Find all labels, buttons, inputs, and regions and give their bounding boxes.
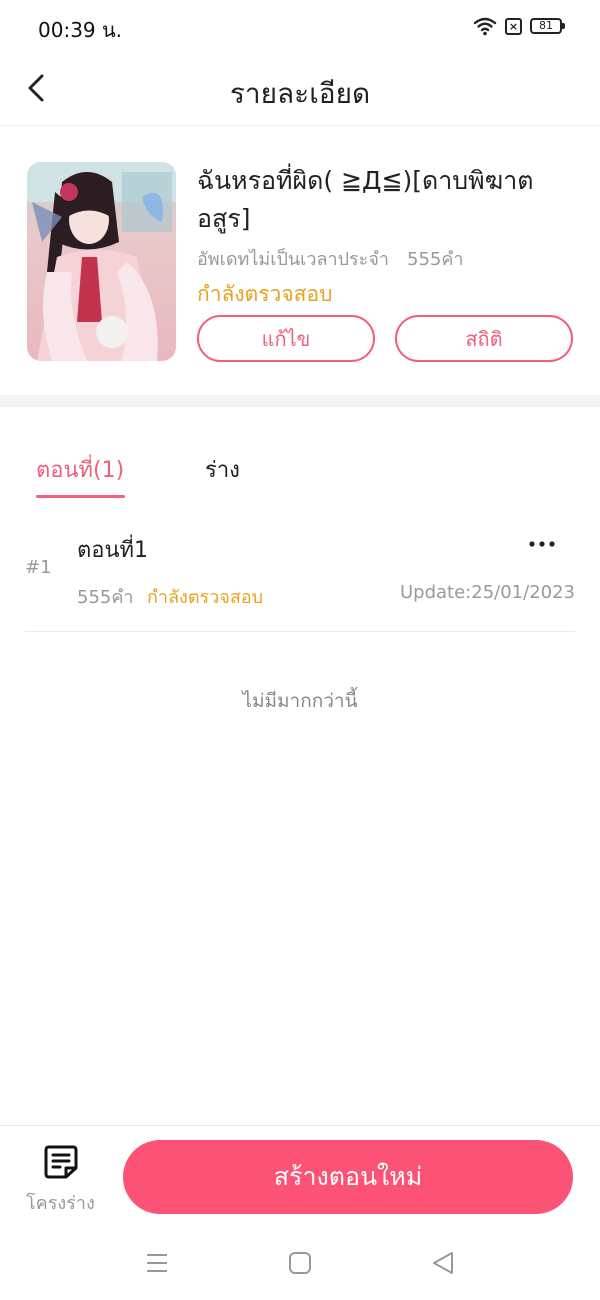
book-meta: อัพเดทไม่เป็นเวลาประจำ 555คำ bbox=[197, 244, 464, 273]
list-end-text: ไม่มีมากกว่านี้ bbox=[242, 690, 358, 712]
create-chapter-button[interactable]: สร้างตอนใหม่ bbox=[123, 1140, 573, 1214]
stats-button[interactable]: สถิติ bbox=[395, 315, 573, 362]
edit-button[interactable]: แก้ไข bbox=[197, 315, 375, 362]
chapter-update-date: Update:25/01/2023 bbox=[400, 582, 575, 603]
battery-icon: 81 bbox=[530, 18, 565, 34]
book-title: ฉันหรอที่ผิด( ≧Д≦)[ดาบพิฆาตอสูร] bbox=[197, 166, 534, 233]
chapter-title: ตอนที่1 bbox=[77, 538, 149, 563]
book-word-count: 555คำ bbox=[407, 249, 464, 270]
chapter-word-count: 555คำ bbox=[77, 587, 134, 608]
chapter-status: กำลังตรวจสอบ bbox=[147, 587, 264, 608]
bottom-bar: โครงร่าง สร้างตอนใหม่ bbox=[0, 1125, 600, 1230]
drafts-button[interactable] bbox=[44, 1144, 78, 1180]
cover-illustration bbox=[27, 162, 176, 361]
active-tab-indicator bbox=[36, 495, 125, 498]
row-divider bbox=[25, 631, 575, 632]
status-bar: 00:39 น. × 81 bbox=[0, 0, 600, 54]
home-icon[interactable] bbox=[287, 1250, 313, 1276]
status-icons: × 81 bbox=[473, 16, 565, 36]
section-divider bbox=[0, 395, 600, 407]
book-cover-image[interactable] bbox=[27, 162, 176, 361]
more-options-button[interactable] bbox=[524, 530, 560, 558]
tab-chapters[interactable]: ตอนที่(1) bbox=[36, 452, 124, 487]
update-frequency: อัพเดทไม่เป็นเวลาประจำ bbox=[197, 249, 389, 270]
document-icon bbox=[44, 1145, 78, 1179]
menu-icon[interactable] bbox=[144, 1250, 170, 1276]
battery-level: 81 bbox=[539, 19, 553, 32]
header: รายละเอียด bbox=[0, 54, 600, 126]
no-sim-icon: × bbox=[505, 17, 522, 35]
wifi-icon bbox=[473, 17, 497, 36]
system-nav-bar bbox=[0, 1232, 600, 1300]
chapter-row[interactable]: #1 ตอนที่1 555คำ กำลังตรวจสอบ Update:25/… bbox=[0, 520, 600, 632]
chapter-index: #1 bbox=[25, 557, 52, 578]
drafts-label[interactable]: โครงร่าง bbox=[26, 1188, 95, 1217]
tab-drafts[interactable]: ร่าง bbox=[205, 452, 240, 487]
status-time: 00:39 น. bbox=[38, 18, 123, 42]
back-nav-icon[interactable] bbox=[430, 1250, 456, 1276]
page-title: รายละเอียด bbox=[229, 77, 371, 110]
book-status: กำลังตรวจสอบ bbox=[197, 282, 333, 306]
more-dots-icon bbox=[529, 541, 555, 547]
